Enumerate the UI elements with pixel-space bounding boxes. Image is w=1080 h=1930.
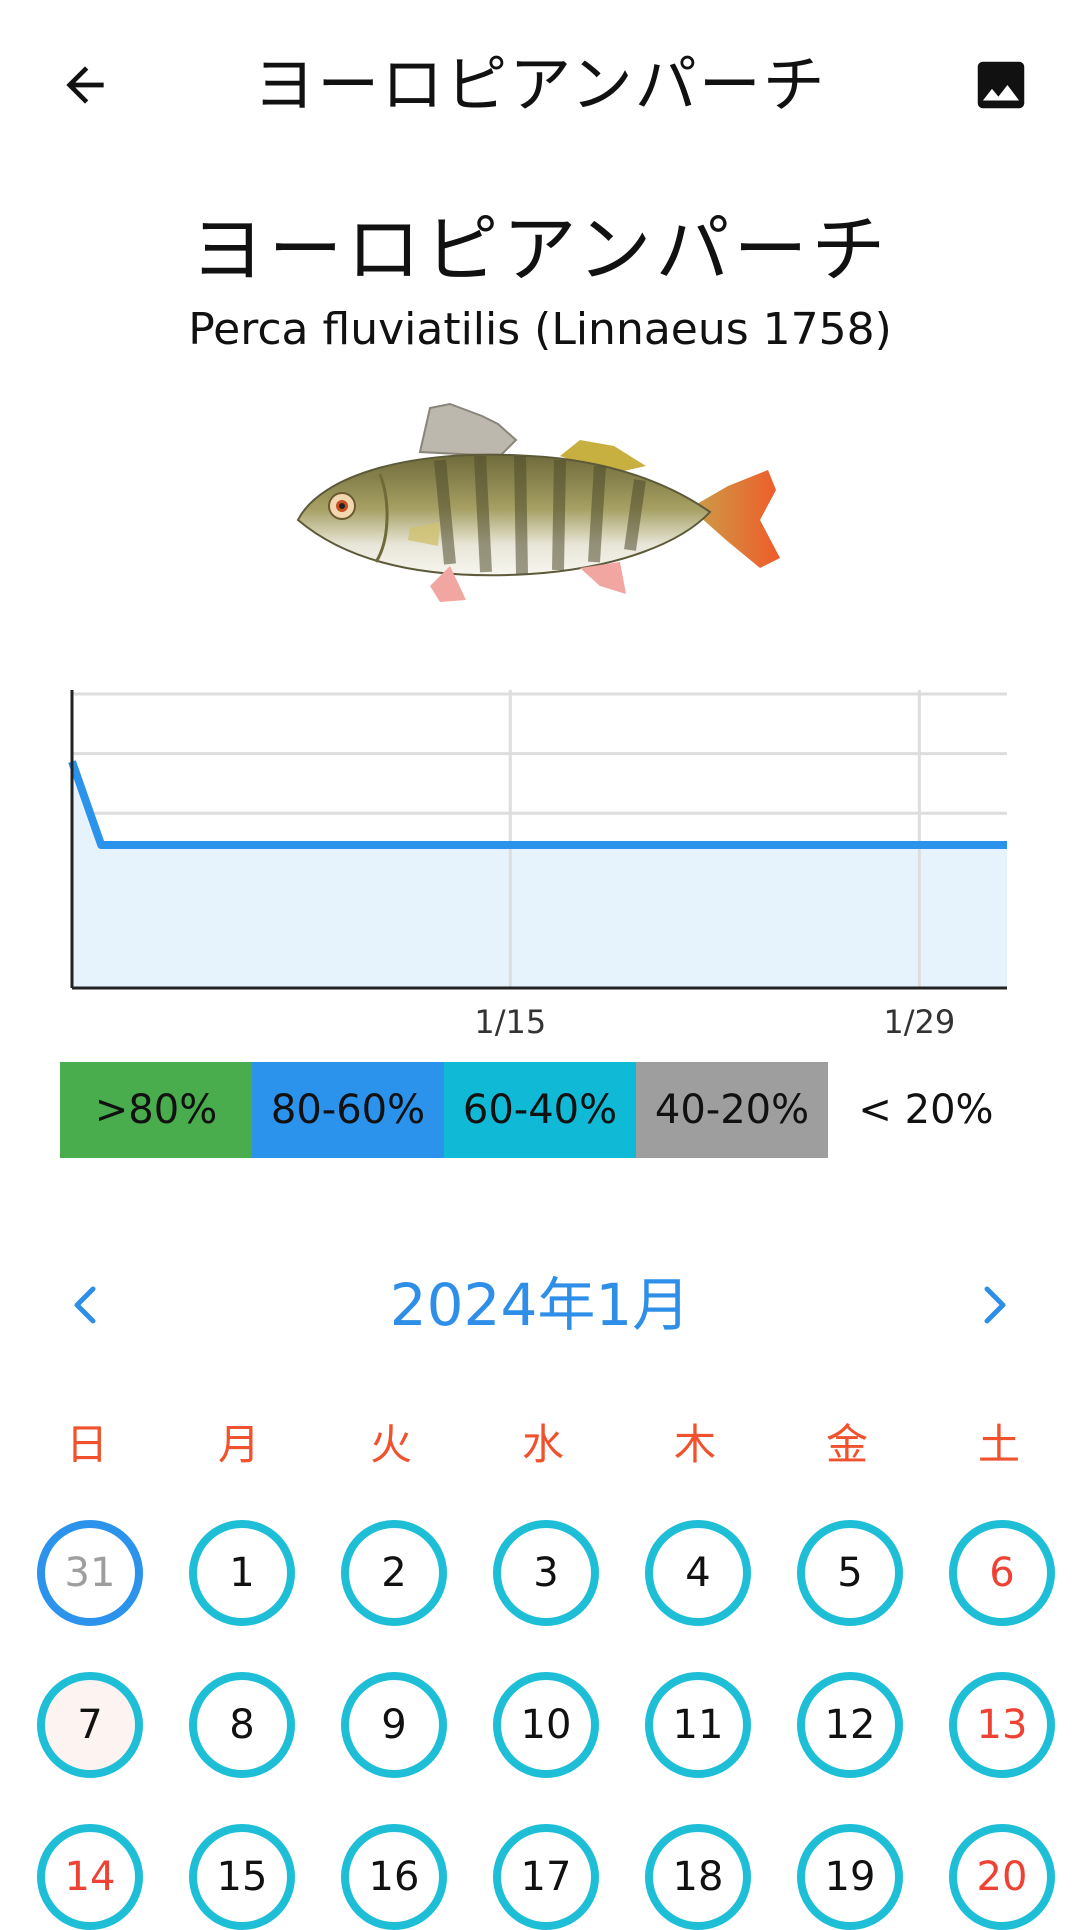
calendar-day[interactable]: 20 — [949, 1824, 1055, 1930]
rate-legend: >80% 80-60% 60-40% 40-20% < 20% — [60, 1062, 1040, 1158]
arrow-back-icon — [66, 66, 104, 104]
legend-label: 60-40% — [462, 1087, 618, 1133]
fish-scientific-name: Perca fluviatilis (Linnaeus 1758) — [188, 304, 892, 355]
calendar-day[interactable]: 6 — [949, 1520, 1055, 1626]
calendar-day[interactable]: 9 — [341, 1672, 447, 1778]
legend-item: < 20% — [828, 1062, 1024, 1158]
calendar-day[interactable]: 17 — [493, 1824, 599, 1930]
image-button[interactable] — [962, 46, 1040, 124]
calendar-day[interactable]: 7 — [37, 1672, 143, 1778]
chevron-left-icon — [74, 1286, 96, 1324]
weekday-label: 月 — [217, 1420, 260, 1469]
calendar-day[interactable]: 19 — [797, 1824, 903, 1930]
previous-month-button[interactable] — [55, 1275, 115, 1335]
weekday-label: 日 — [65, 1420, 108, 1469]
calendar-day[interactable]: 14 — [37, 1824, 143, 1930]
app-bar-title: ヨーロピアンパーチ — [253, 48, 827, 121]
month-label: 2024年1月 — [389, 1271, 691, 1339]
calendar-day[interactable]: 31 — [37, 1520, 143, 1626]
legend-label: 40-20% — [654, 1087, 810, 1133]
x-tick-label: 1/15 — [474, 1003, 546, 1041]
calendar-day[interactable]: 18 — [645, 1824, 751, 1930]
calendar-day[interactable]: 2 — [341, 1520, 447, 1626]
image-icon — [977, 61, 1025, 109]
calendar-day[interactable]: 11 — [645, 1672, 751, 1778]
calendar-day[interactable]: 1 — [189, 1520, 295, 1626]
calendar-day[interactable]: 15 — [189, 1824, 295, 1930]
calendar-day[interactable]: 16 — [341, 1824, 447, 1930]
fish-name: ヨーロピアンパーチ — [190, 207, 890, 293]
legend-item: 80-60% — [252, 1062, 444, 1158]
calendar-day[interactable]: 8 — [189, 1672, 295, 1778]
calendar-day[interactable]: 4 — [645, 1520, 751, 1626]
calendar-day[interactable]: 13 — [949, 1672, 1055, 1778]
weekday-label: 水 — [521, 1420, 564, 1469]
legend-item: 40-20% — [636, 1062, 828, 1158]
legend-label: >80% — [94, 1087, 218, 1133]
weekday-label: 火 — [369, 1420, 412, 1469]
weekday-label: 金 — [825, 1420, 868, 1469]
legend-item: >80% — [60, 1062, 252, 1158]
chevron-right-icon — [984, 1286, 1006, 1324]
chart-area — [72, 761, 1007, 988]
legend-label: 80-60% — [270, 1087, 426, 1133]
month-navigator: 2024年1月 — [0, 1255, 1080, 1355]
calendar-day[interactable]: 10 — [493, 1672, 599, 1778]
x-tick-label: 1/29 — [883, 1003, 955, 1041]
fish-illustration — [290, 390, 800, 630]
calendar-day[interactable]: 12 — [797, 1672, 903, 1778]
catch-rate-chart: 1/15 1/29 — [0, 680, 1080, 1050]
weekday-label: 木 — [673, 1420, 716, 1469]
calendar-day[interactable]: 3 — [493, 1520, 599, 1626]
legend-item: 60-40% — [444, 1062, 636, 1158]
legend-label: < 20% — [858, 1087, 994, 1133]
weekday-header: 日 月 火 水 木 金 土 — [0, 1415, 1080, 1475]
weekday-label: 土 — [977, 1420, 1020, 1469]
calendar-day[interactable]: 5 — [797, 1520, 903, 1626]
next-month-button[interactable] — [965, 1275, 1025, 1335]
chart-series-line — [68, 760, 1007, 849]
back-button[interactable] — [46, 46, 124, 124]
app-bar: ヨーロピアンパーチ — [0, 0, 1080, 170]
